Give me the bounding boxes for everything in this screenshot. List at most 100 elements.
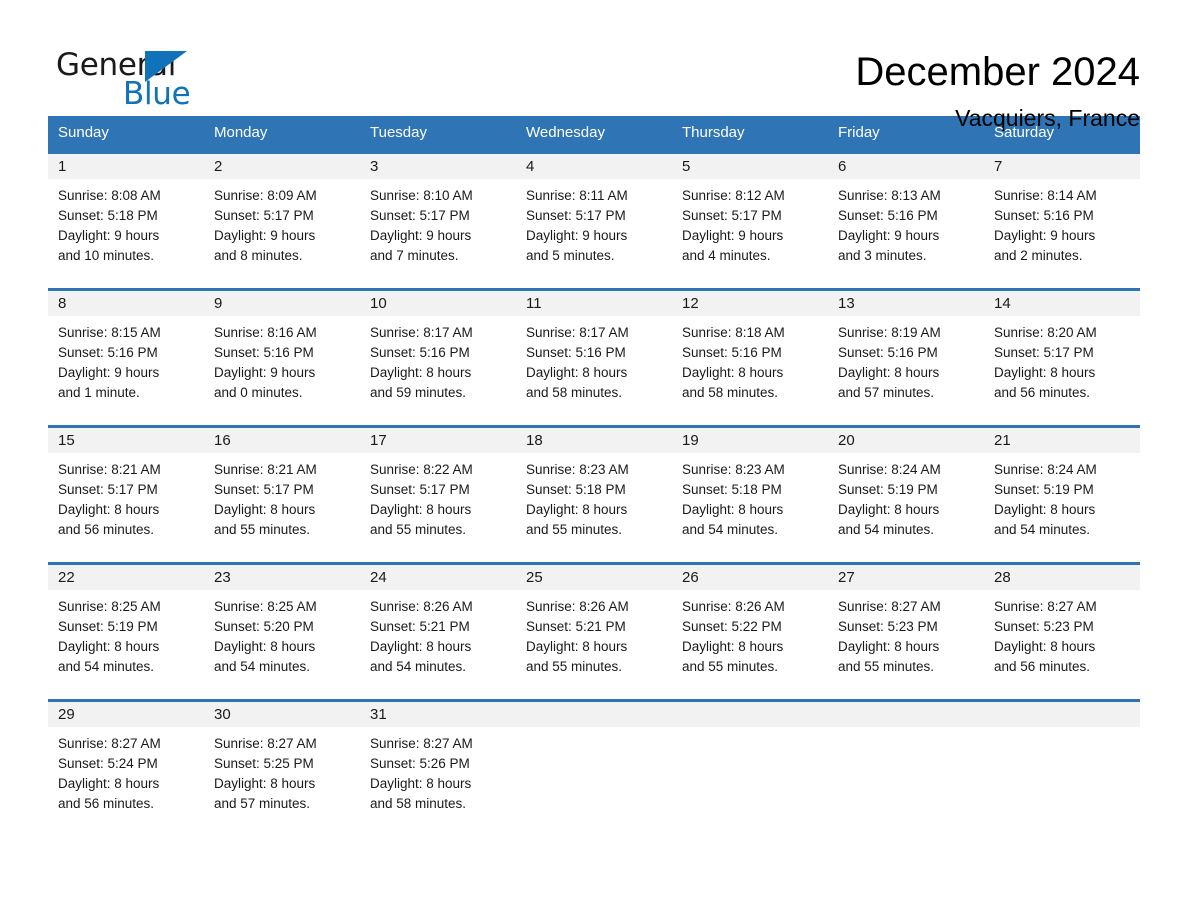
day-number-band: 24 xyxy=(360,565,516,590)
calendar-day-cell[interactable]: 19 Sunrise: 8:23 AM Sunset: 5:18 PM Dayligh… xyxy=(672,428,828,550)
calendar-day-cell[interactable]: 11 Sunrise: 8:17 AM Sunset: 5:16 PM Dayligh… xyxy=(516,291,672,413)
day-details: Sunrise: 8:16 AM Sunset: 5:16 PM Daylight:… xyxy=(204,316,360,403)
calendar-day-cell[interactable]: 18 Sunrise: 8:23 AM Sunset: 5:18 PM Dayligh… xyxy=(516,428,672,550)
calendar-week-row: 8 Sunrise: 8:15 AM Sunset: 5:16 PM Daylight… xyxy=(48,288,1140,413)
day-number: 17 xyxy=(370,432,387,449)
daylight-text-line2: and 54 minutes. xyxy=(214,659,311,674)
calendar-day-cell[interactable]: 2 Sunrise: 8:09 AM Sunset: 5:17 PM Daylight… xyxy=(204,154,360,276)
day-details: Sunrise: 8:20 AM Sunset: 5:17 PM Daylight:… xyxy=(984,316,1140,403)
daylight-text-line1: Daylight: 8 hours xyxy=(682,639,784,654)
calendar-day-cell[interactable]: 23 Sunrise: 8:25 AM Sunset: 5:20 PM Dayligh… xyxy=(204,565,360,687)
day-details: Sunrise: 8:27 AM Sunset: 5:23 PM Daylight:… xyxy=(828,590,984,677)
day-number: 15 xyxy=(58,432,75,449)
day-number-band: 22 xyxy=(48,565,204,590)
calendar-day-cell[interactable]: 20 Sunrise: 8:24 AM Sunset: 5:19 PM Dayligh… xyxy=(828,428,984,550)
daylight-text-line2: and 3 minutes. xyxy=(838,248,927,263)
calendar-day-cell[interactable]: 4 Sunrise: 8:11 AM Sunset: 5:17 PM Daylight… xyxy=(516,154,672,276)
calendar-day-cell[interactable]: 9 Sunrise: 8:16 AM Sunset: 5:16 PM Daylight… xyxy=(204,291,360,413)
day-number-band: 4 xyxy=(516,154,672,179)
sunset-text: Sunset: 5:18 PM xyxy=(526,482,626,497)
calendar-day-cell[interactable]: 22 Sunrise: 8:25 AM Sunset: 5:19 PM Dayligh… xyxy=(48,565,204,687)
day-details: Sunrise: 8:21 AM Sunset: 5:17 PM Daylight:… xyxy=(204,453,360,540)
calendar-cell-empty xyxy=(984,702,1140,824)
daylight-text-line1: Daylight: 8 hours xyxy=(682,502,784,517)
dow-thursday: Thursday xyxy=(682,124,745,141)
calendar-day-cell[interactable]: 30 Sunrise: 8:27 AM Sunset: 5:25 PM Dayligh… xyxy=(204,702,360,824)
sunset-text: Sunset: 5:16 PM xyxy=(214,345,314,360)
dow-sunday: Sunday xyxy=(58,124,109,141)
sunrise-text: Sunrise: 8:15 AM xyxy=(58,325,161,340)
calendar-cell-empty xyxy=(828,702,984,824)
sunrise-text: Sunrise: 8:26 AM xyxy=(370,599,473,614)
daylight-text-line1: Daylight: 8 hours xyxy=(58,776,160,791)
calendar-day-cell[interactable]: 10 Sunrise: 8:17 AM Sunset: 5:16 PM Dayligh… xyxy=(360,291,516,413)
daylight-text-line1: Daylight: 8 hours xyxy=(526,502,628,517)
sunset-text: Sunset: 5:19 PM xyxy=(58,619,158,634)
sunset-text: Sunset: 5:17 PM xyxy=(370,482,470,497)
sunset-text: Sunset: 5:23 PM xyxy=(838,619,938,634)
day-details: Sunrise: 8:24 AM Sunset: 5:19 PM Daylight:… xyxy=(984,453,1140,540)
daylight-text-line2: and 7 minutes. xyxy=(370,248,459,263)
dow-saturday: Saturday xyxy=(994,124,1055,141)
sunrise-text: Sunrise: 8:23 AM xyxy=(682,462,785,477)
day-details: Sunrise: 8:13 AM Sunset: 5:16 PM Daylight:… xyxy=(828,179,984,266)
calendar-day-cell[interactable]: 6 Sunrise: 8:13 AM Sunset: 5:16 PM Daylight… xyxy=(828,154,984,276)
daylight-text-line2: and 59 minutes. xyxy=(370,385,467,400)
sunset-text: Sunset: 5:16 PM xyxy=(370,345,470,360)
sunrise-text: Sunrise: 8:24 AM xyxy=(838,462,941,477)
calendar-day-cell[interactable]: 29 Sunrise: 8:27 AM Sunset: 5:24 PM Dayligh… xyxy=(48,702,204,824)
day-details: Sunrise: 8:26 AM Sunset: 5:21 PM Daylight:… xyxy=(360,590,516,677)
day-details: Sunrise: 8:17 AM Sunset: 5:16 PM Daylight:… xyxy=(360,316,516,403)
calendar-day-cell[interactable]: 26 Sunrise: 8:26 AM Sunset: 5:22 PM Dayligh… xyxy=(672,565,828,687)
calendar-cell-empty xyxy=(672,702,828,824)
sunrise-text: Sunrise: 8:27 AM xyxy=(370,736,473,751)
sunset-text: Sunset: 5:16 PM xyxy=(682,345,782,360)
calendar-day-cell[interactable]: 17 Sunrise: 8:22 AM Sunset: 5:17 PM Dayligh… xyxy=(360,428,516,550)
daylight-text-line2: and 58 minutes. xyxy=(526,385,623,400)
day-details: Sunrise: 8:26 AM Sunset: 5:22 PM Daylight:… xyxy=(672,590,828,677)
calendar-day-cell[interactable]: 16 Sunrise: 8:21 AM Sunset: 5:17 PM Dayligh… xyxy=(204,428,360,550)
day-number-band xyxy=(516,702,672,727)
page-header: General Blue December 2024 Vacquiers, Fr… xyxy=(48,0,1140,131)
day-number-band: 2 xyxy=(204,154,360,179)
day-number-band: 17 xyxy=(360,428,516,453)
calendar-day-cell[interactable]: 7 Sunrise: 8:14 AM Sunset: 5:16 PM Daylight… xyxy=(984,154,1140,276)
calendar-day-cell[interactable]: 1 Sunrise: 8:08 AM Sunset: 5:18 PM Daylight… xyxy=(48,154,204,276)
sunset-text: Sunset: 5:23 PM xyxy=(994,619,1094,634)
calendar-day-cell[interactable]: 14 Sunrise: 8:20 AM Sunset: 5:17 PM Dayligh… xyxy=(984,291,1140,413)
calendar-day-cell[interactable]: 15 Sunrise: 8:21 AM Sunset: 5:17 PM Dayligh… xyxy=(48,428,204,550)
sunrise-text: Sunrise: 8:08 AM xyxy=(58,188,161,203)
calendar-day-cell[interactable]: 25 Sunrise: 8:26 AM Sunset: 5:21 PM Dayligh… xyxy=(516,565,672,687)
day-number: 3 xyxy=(370,158,379,175)
day-number: 22 xyxy=(58,569,75,586)
daylight-text-line2: and 55 minutes. xyxy=(526,659,623,674)
calendar-day-cell[interactable]: 3 Sunrise: 8:10 AM Sunset: 5:17 PM Daylight… xyxy=(360,154,516,276)
day-number: 14 xyxy=(994,295,1011,312)
calendar-week-row: 1 Sunrise: 8:08 AM Sunset: 5:18 PM Daylight… xyxy=(48,151,1140,276)
calendar-day-cell[interactable]: 28 Sunrise: 8:27 AM Sunset: 5:23 PM Dayligh… xyxy=(984,565,1140,687)
daylight-text-line1: Daylight: 8 hours xyxy=(994,502,1096,517)
sunset-text: Sunset: 5:19 PM xyxy=(838,482,938,497)
calendar-day-cell[interactable]: 21 Sunrise: 8:24 AM Sunset: 5:19 PM Dayligh… xyxy=(984,428,1140,550)
day-number-band: 5 xyxy=(672,154,828,179)
calendar-day-cell[interactable]: 31 Sunrise: 8:27 AM Sunset: 5:26 PM Dayligh… xyxy=(360,702,516,824)
calendar-day-cell[interactable]: 8 Sunrise: 8:15 AM Sunset: 5:16 PM Daylight… xyxy=(48,291,204,413)
daylight-text-line1: Daylight: 8 hours xyxy=(682,365,784,380)
sunrise-text: Sunrise: 8:24 AM xyxy=(994,462,1097,477)
daylight-text-line2: and 58 minutes. xyxy=(682,385,779,400)
daylight-text-line1: Daylight: 8 hours xyxy=(214,776,316,791)
day-number: 23 xyxy=(214,569,231,586)
sunrise-text: Sunrise: 8:27 AM xyxy=(838,599,941,614)
calendar-day-cell[interactable]: 5 Sunrise: 8:12 AM Sunset: 5:17 PM Daylight… xyxy=(672,154,828,276)
day-number-band: 8 xyxy=(48,291,204,316)
calendar-week-row: 22 Sunrise: 8:25 AM Sunset: 5:19 PM Dayligh… xyxy=(48,562,1140,687)
calendar-day-cell[interactable]: 24 Sunrise: 8:26 AM Sunset: 5:21 PM Dayligh… xyxy=(360,565,516,687)
day-details: Sunrise: 8:26 AM Sunset: 5:21 PM Daylight:… xyxy=(516,590,672,677)
daylight-text-line2: and 56 minutes. xyxy=(994,385,1091,400)
calendar-day-cell[interactable]: 12 Sunrise: 8:18 AM Sunset: 5:16 PM Dayligh… xyxy=(672,291,828,413)
daylight-text-line2: and 58 minutes. xyxy=(370,796,467,811)
calendar-day-cell[interactable]: 13 Sunrise: 8:19 AM Sunset: 5:16 PM Dayligh… xyxy=(828,291,984,413)
calendar-day-cell[interactable]: 27 Sunrise: 8:27 AM Sunset: 5:23 PM Dayligh… xyxy=(828,565,984,687)
daylight-text-line1: Daylight: 8 hours xyxy=(214,502,316,517)
day-number: 11 xyxy=(526,295,542,312)
